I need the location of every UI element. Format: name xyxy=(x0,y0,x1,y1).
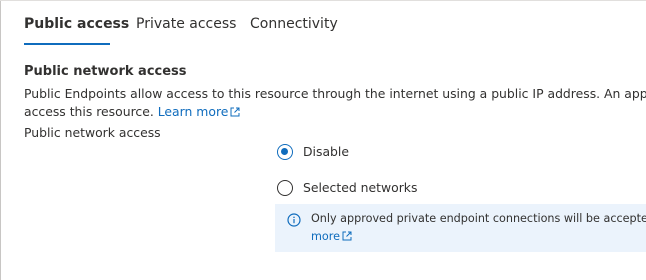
learn-more-link[interactable]: Learn more xyxy=(158,104,241,119)
radio-button-checked[interactable] xyxy=(277,144,293,160)
info-learn-more-link[interactable]: more xyxy=(311,230,352,243)
radio-button-unchecked[interactable] xyxy=(277,180,293,196)
left-border xyxy=(0,0,1,280)
networking-page: Public access Private access Connectivit… xyxy=(0,0,646,280)
info-message-bar: Only approved private endpoint connectio… xyxy=(275,204,646,252)
learn-more-label: Learn more xyxy=(157,104,229,119)
info-icon xyxy=(287,212,301,227)
tab-public-access[interactable]: Public access xyxy=(24,0,129,45)
info-message-line-2: more xyxy=(311,228,646,247)
description-text: access this resource. xyxy=(24,104,158,119)
info-message-line-1: Only approved private endpoint connectio… xyxy=(311,212,646,225)
section-title: Public network access xyxy=(24,64,187,79)
info-message-text: Only approved private endpoint connectio… xyxy=(311,210,646,247)
radio-disable[interactable]: Disable xyxy=(277,143,349,161)
info-link-label: more xyxy=(311,230,340,243)
tab-private-access[interactable]: Private access xyxy=(136,0,236,42)
section-description: Public Endpoints allow access to this re… xyxy=(24,85,646,122)
radio-selected-networks-label: Selected networks xyxy=(303,180,418,195)
tab-connectivity[interactable]: Connectivity xyxy=(250,0,338,42)
external-link-icon xyxy=(230,104,240,122)
external-link-icon xyxy=(342,229,352,247)
radio-disable-label: Disable xyxy=(303,144,349,159)
description-line-1: Public Endpoints allow access to this re… xyxy=(24,86,646,101)
radio-selected-networks[interactable]: Selected networks xyxy=(277,179,417,197)
description-line-2: access this resource. Learn more xyxy=(24,103,646,122)
tab-bar: Public access Private access Connectivit… xyxy=(24,0,338,45)
public-network-access-label: Public network access xyxy=(24,125,161,140)
